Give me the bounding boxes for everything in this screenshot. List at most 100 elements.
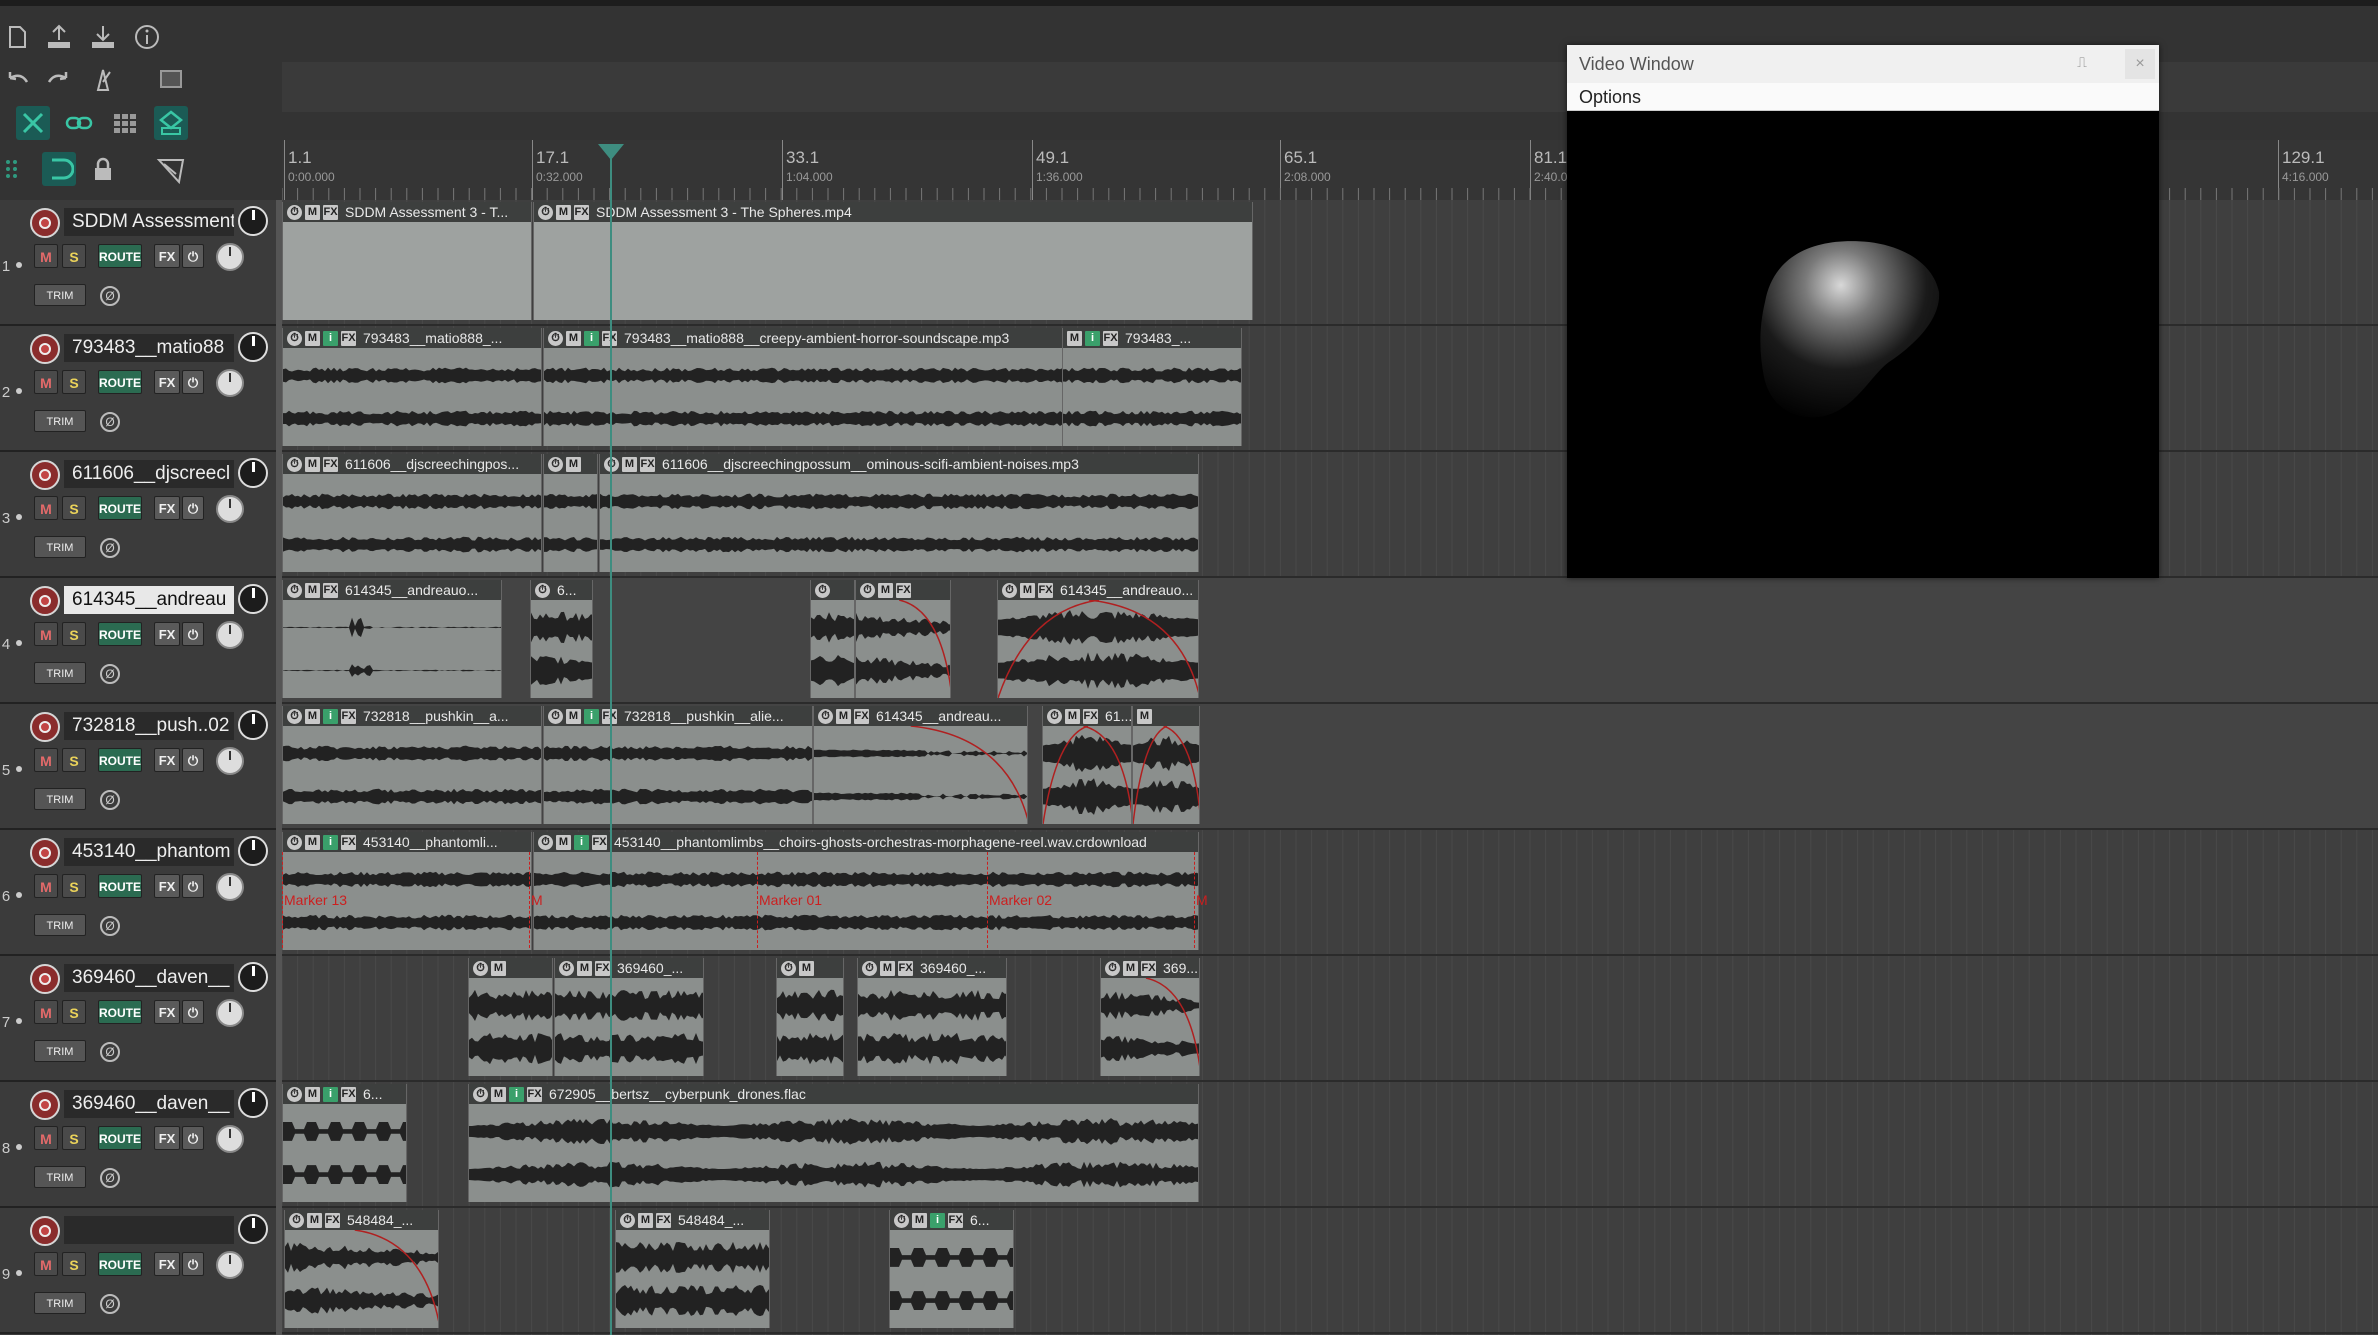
item-info-icon[interactable]: i — [584, 330, 599, 346]
route-button[interactable]: ROUTE — [98, 622, 142, 646]
item-volume-icon[interactable]: ⏱ — [287, 456, 302, 472]
media-item[interactable]: Mi FX 793483_... — [1062, 328, 1242, 446]
item-volume-icon[interactable]: ⏱ — [620, 1212, 635, 1228]
item-fx-icon[interactable]: FX — [325, 1212, 340, 1228]
track-name-field[interactable]: 614345__andreau — [64, 586, 234, 614]
item-fx-icon[interactable]: FX — [341, 1086, 356, 1102]
item-volume-icon[interactable]: ⏱ — [548, 330, 563, 346]
item-info-icon[interactable]: i — [323, 1086, 338, 1102]
item-fx-icon[interactable]: FX — [854, 708, 869, 724]
item-volume-icon[interactable]: ⏱ — [559, 960, 574, 976]
item-volume-icon[interactable]: ⏱ — [287, 708, 302, 724]
media-item[interactable]: M — [1132, 706, 1200, 824]
item-mute-icon[interactable]: M — [491, 1086, 506, 1102]
item-mute-icon[interactable]: M — [566, 330, 581, 346]
item-mute-icon[interactable]: M — [638, 1212, 653, 1228]
mute-button[interactable]: M — [34, 1126, 58, 1150]
item-fx-icon[interactable]: FX — [1083, 708, 1098, 724]
media-item[interactable]: ⏱ Mi FX 672905__bertsz__cyberpunk_drones.fl… — [468, 1084, 1199, 1202]
track-name-field[interactable]: SDDM Assessment — [64, 208, 234, 236]
fx-bypass-button[interactable]: ⏻ — [182, 622, 204, 646]
item-mute-icon[interactable]: M — [556, 204, 571, 220]
route-button[interactable]: ROUTE — [98, 370, 142, 394]
volume-knob[interactable] — [238, 962, 268, 992]
automation-trim-button[interactable]: TRIM — [34, 410, 86, 432]
playhead[interactable] — [610, 144, 612, 1335]
media-item[interactable]: ⏱ M — [468, 958, 553, 1076]
track-5[interactable]: 5 732818__push..02 M S ROUTE FX ⏻ TRIM Ø — [0, 704, 276, 830]
pan-knob[interactable] — [216, 999, 244, 1027]
pan-knob[interactable] — [216, 1125, 244, 1153]
item-info-icon[interactable]: i — [584, 708, 599, 724]
item-volume-icon[interactable]: ⏱ — [1105, 960, 1120, 976]
fx-bypass-button[interactable]: ⏻ — [182, 748, 204, 772]
record-arm-button[interactable] — [30, 586, 60, 616]
route-button[interactable]: ROUTE — [98, 1000, 142, 1024]
media-item[interactable]: ⏱MFX611606__djscreechingpossum__ominous-… — [599, 454, 1199, 572]
item-fx-icon[interactable]: FX — [898, 960, 913, 976]
item-fx-icon[interactable]: FX — [323, 582, 338, 598]
media-item[interactable]: ⏱ Mi FX 453140__phantomlimbs__choirs-ghosts… — [533, 832, 1199, 950]
item-mute-icon[interactable]: M — [305, 1086, 320, 1102]
phase-invert-button[interactable]: Ø — [100, 916, 120, 936]
playhead-marker[interactable] — [598, 144, 624, 160]
track-name-field[interactable]: 732818__push..02 — [64, 712, 234, 740]
mute-button[interactable]: M — [34, 1252, 58, 1276]
automation-trim-button[interactable]: TRIM — [34, 662, 86, 684]
volume-knob[interactable] — [238, 332, 268, 362]
media-item[interactable]: ⏱ M FX SDDM Assessment 3 - The Spheres.mp4 — [533, 202, 1253, 320]
loop-icon[interactable] — [42, 152, 76, 186]
phase-invert-button[interactable]: Ø — [100, 664, 120, 684]
item-mute-icon[interactable]: M — [1067, 330, 1082, 346]
record-arm-button[interactable] — [30, 712, 60, 742]
media-item[interactable]: ⏱ M FX 369460_... — [857, 958, 1007, 1076]
pan-knob[interactable] — [216, 621, 244, 649]
item-mute-icon[interactable]: M — [556, 834, 571, 850]
track-lane[interactable] — [282, 1208, 2378, 1334]
media-item[interactable]: ⏱ Mi FX 793483__matio888_... — [282, 328, 542, 446]
media-item[interactable]: ⏱ M FX 548484_... — [615, 1210, 770, 1328]
mute-button[interactable]: M — [34, 748, 58, 772]
media-item[interactable]: ⏱ M FX 614345__andreauo... — [997, 580, 1199, 698]
undo-icon[interactable] — [0, 62, 34, 96]
phase-invert-button[interactable]: Ø — [100, 790, 120, 810]
item-fx-icon[interactable]: FX — [948, 1212, 963, 1228]
media-item[interactable]: ⏱ M FX 369... — [1100, 958, 1200, 1076]
item-mute-icon[interactable]: M — [307, 1212, 322, 1228]
phase-invert-button[interactable]: Ø — [100, 538, 120, 558]
item-info-icon[interactable]: i — [930, 1212, 945, 1228]
item-fx-icon[interactable]: FX — [341, 834, 356, 850]
item-info-icon[interactable]: i — [323, 708, 338, 724]
video-window-title[interactable]: Video Window — [1567, 45, 2159, 83]
fx-bypass-button[interactable]: ⏻ — [182, 370, 204, 394]
phase-invert-button[interactable]: Ø — [100, 1042, 120, 1062]
item-volume-icon[interactable]: ⏱ — [781, 960, 796, 976]
route-button[interactable]: ROUTE — [98, 1126, 142, 1150]
item-volume-icon[interactable]: ⏱ — [1002, 582, 1017, 598]
pan-knob[interactable] — [216, 243, 244, 271]
item-info-icon[interactable]: i — [1085, 330, 1100, 346]
save-download-icon[interactable] — [86, 20, 120, 54]
item-fx-icon[interactable]: FX — [595, 960, 610, 976]
volume-knob[interactable] — [238, 1088, 268, 1118]
item-mute-icon[interactable]: M — [1123, 960, 1138, 976]
track-name-field[interactable]: 369460__daven__ — [64, 1090, 234, 1118]
record-arm-button[interactable] — [30, 208, 60, 238]
route-button[interactable]: ROUTE — [98, 748, 142, 772]
mute-button[interactable]: M — [34, 496, 58, 520]
volume-knob[interactable] — [238, 836, 268, 866]
ripple-edit-icon[interactable] — [16, 106, 50, 140]
item-fx-icon[interactable]: FX — [896, 582, 911, 598]
item-mute-icon[interactable]: M — [305, 834, 320, 850]
fx-button[interactable]: FX — [154, 496, 180, 520]
item-fx-icon[interactable]: FX — [1141, 960, 1156, 976]
item-volume-icon[interactable]: ⏱ — [473, 960, 488, 976]
item-mute-icon[interactable]: M — [622, 456, 637, 472]
metronome-icon[interactable] — [86, 62, 120, 96]
mute-button[interactable]: M — [34, 622, 58, 646]
info-icon[interactable] — [130, 20, 164, 54]
item-info-icon[interactable]: i — [323, 330, 338, 346]
item-mute-icon[interactable]: M — [880, 960, 895, 976]
track-7[interactable]: 7 369460__daven__ M S ROUTE FX ⏻ TRIM Ø — [0, 956, 276, 1082]
project-marker[interactable]: M — [1196, 892, 1208, 908]
